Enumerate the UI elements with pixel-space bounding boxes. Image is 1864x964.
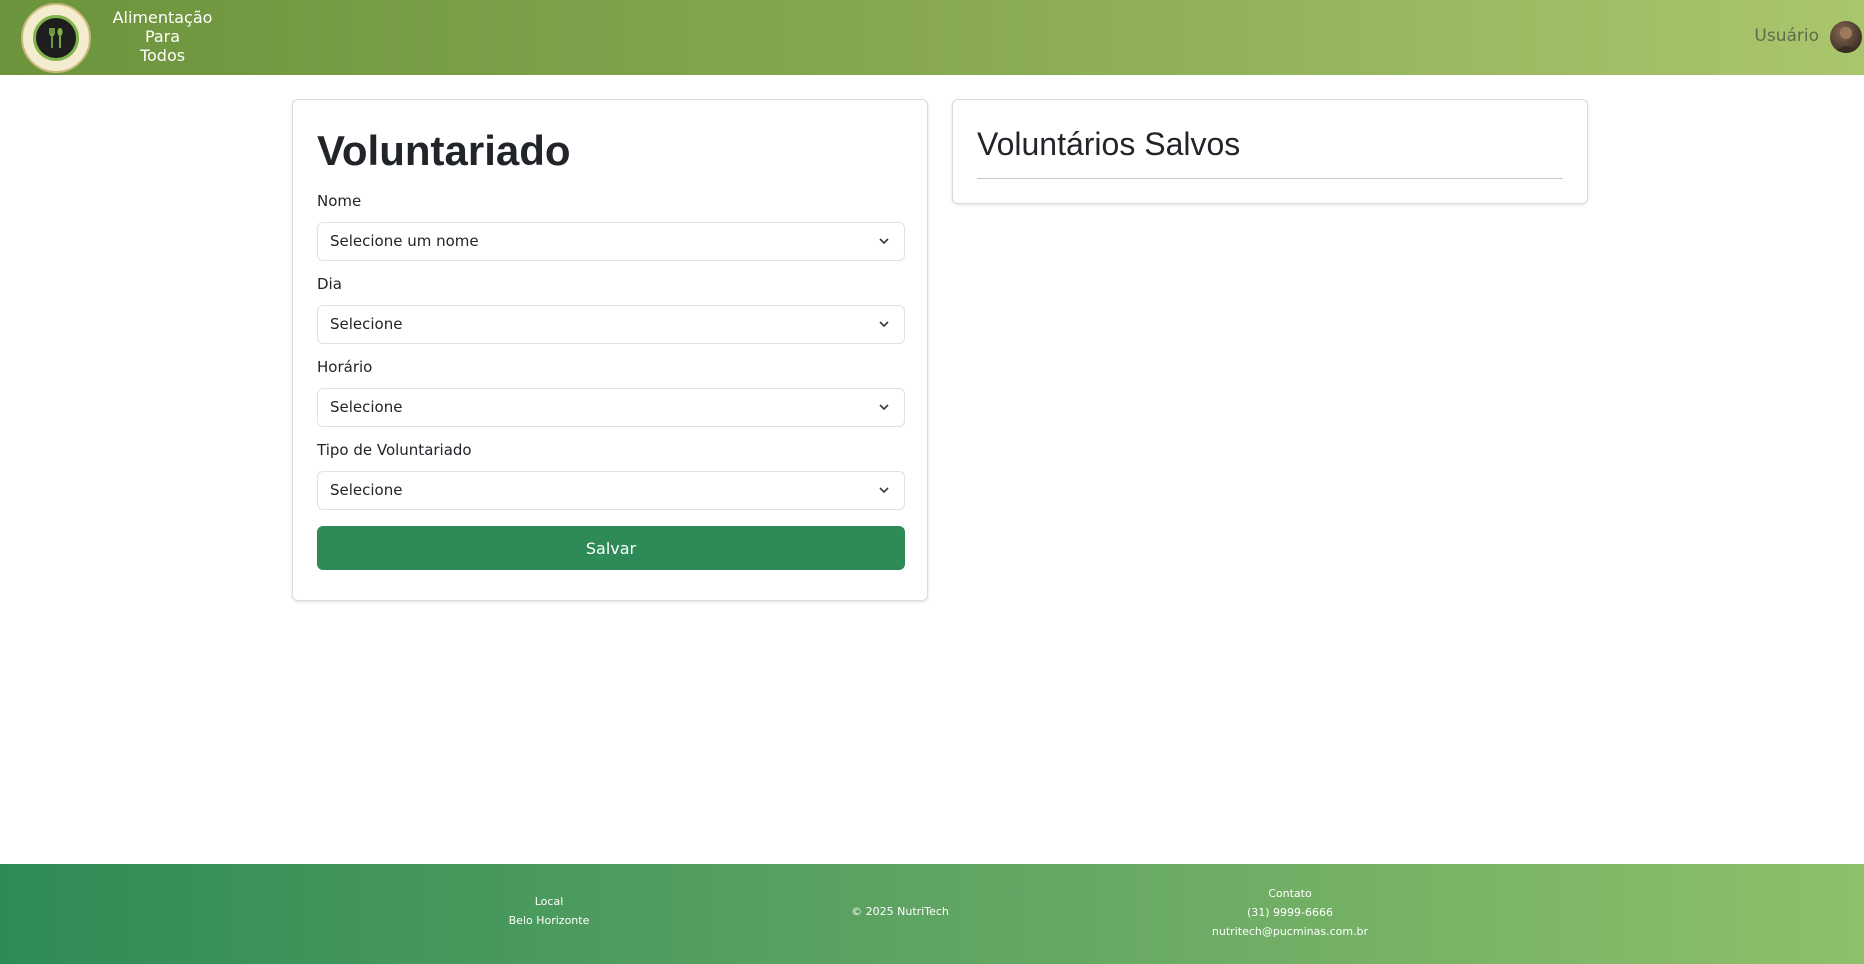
brand-name: Alimentação Para Todos [105, 8, 220, 65]
user-avatar[interactable] [1830, 21, 1862, 53]
day-label: Dia [317, 275, 342, 293]
page-footer: Local Belo Horizonte © 2025 NutriTech Co… [0, 864, 1864, 964]
footer-copyright: © 2025 NutriTech [851, 905, 949, 918]
fork-spoon-icon [33, 15, 79, 61]
save-button[interactable]: Salvar [317, 526, 905, 570]
time-select[interactable]: Selecione [317, 388, 905, 427]
footer-location-label: Local [534, 895, 564, 908]
name-label: Nome [317, 192, 362, 210]
footer-location: Local Belo Horizonte [488, 892, 610, 930]
volunteer-form-card: Voluntariado Nome Selecione um nome Dia … [292, 99, 928, 601]
volunteer-type-select[interactable]: Selecione [317, 471, 905, 510]
footer-contact-label: Contato [1268, 887, 1312, 900]
brand-line: Alimentação [112, 8, 213, 27]
footer-contact: Contato (31) 9999-6666 nutritech@pucmina… [1190, 884, 1390, 941]
footer-location-value: Belo Horizonte [508, 914, 590, 927]
chevron-down-icon [879, 404, 889, 411]
brand-line: Para [144, 27, 181, 46]
name-select-value: Selecione um nome [330, 232, 479, 250]
footer-email[interactable]: nutritech@pucminas.com.br [1190, 922, 1390, 941]
volunteer-type-select-value: Selecione [330, 481, 403, 499]
saved-volunteers-title: Voluntários Salvos [977, 126, 1241, 162]
brand-logo[interactable] [21, 3, 91, 73]
user-menu-label[interactable]: Usuário [1754, 26, 1819, 46]
form-title: Voluntariado [317, 127, 571, 174]
chevron-down-icon [879, 238, 889, 245]
name-select[interactable]: Selecione um nome [317, 222, 905, 261]
time-label: Horário [317, 358, 373, 376]
divider [977, 178, 1563, 179]
day-select-value: Selecione [330, 315, 403, 333]
time-select-value: Selecione [330, 398, 403, 416]
chevron-down-icon [879, 487, 889, 494]
day-select[interactable]: Selecione [317, 305, 905, 344]
brand-line: Todos [139, 46, 186, 65]
volunteer-type-label: Tipo de Voluntariado [317, 441, 472, 459]
saved-volunteers-card: Voluntários Salvos [952, 99, 1588, 204]
chevron-down-icon [879, 321, 889, 328]
top-navbar: Alimentação Para Todos Usuário [0, 0, 1864, 75]
footer-phone[interactable]: (31) 9999-6666 [1190, 903, 1390, 922]
